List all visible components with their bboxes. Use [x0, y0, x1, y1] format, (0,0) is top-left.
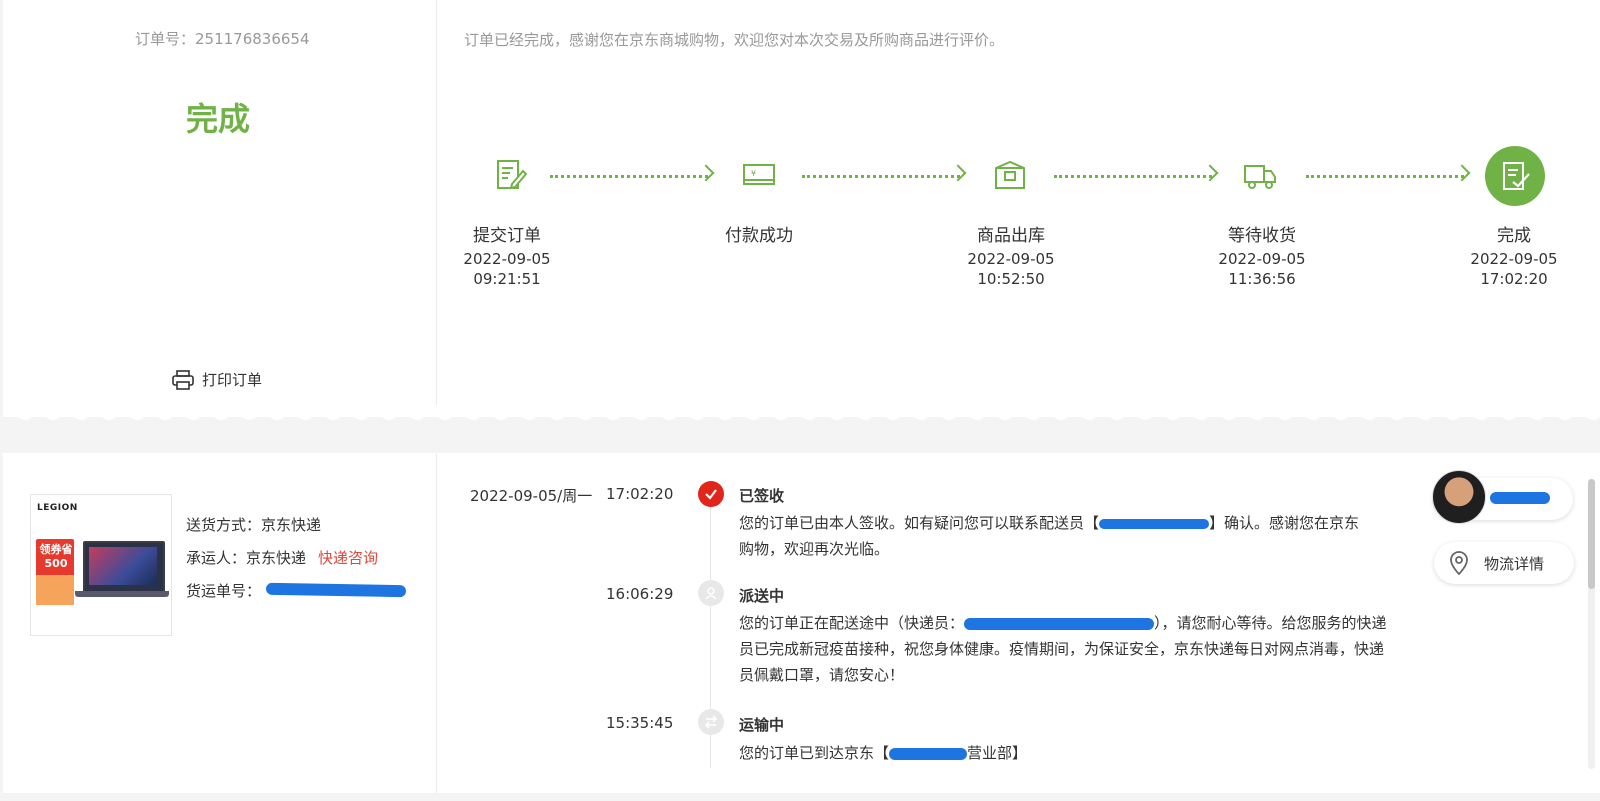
- svg-text:¥: ¥: [751, 169, 756, 178]
- progress-connector-3: [1054, 175, 1212, 180]
- log-time: 15:35:45: [606, 714, 674, 732]
- step-label: 商品出库: [977, 226, 1045, 246]
- print-order-button[interactable]: 打印订单: [172, 369, 262, 390]
- log-text: 员佩戴口罩，请您安心！: [739, 666, 905, 684]
- redacted-courier: [964, 617, 1155, 630]
- order-status-panel: [3, 0, 1600, 417]
- step-label: 完成: [1497, 226, 1531, 246]
- log-time: 16:06:29: [606, 585, 674, 603]
- payment-card-icon: ¥: [743, 164, 775, 185]
- order-number: 订单号：251176836654: [135, 30, 310, 48]
- shipping-method: 送货方式：京东快递: [186, 516, 322, 534]
- log-text: 购物，欢迎再次光临。: [739, 540, 890, 558]
- log-time: 17:02:20: [606, 485, 674, 503]
- complete-icon: [1503, 162, 1530, 190]
- printer-icon: [172, 369, 194, 390]
- tracking-number-label: 货运单号：: [186, 582, 262, 600]
- logistics-detail-label: 物流详情: [1484, 554, 1545, 573]
- log-body: 您的订单已到达京东【 营业部】: [739, 740, 1429, 766]
- log-title: 已签收: [739, 487, 785, 505]
- redacted-courier-name: [1490, 492, 1550, 504]
- laptop-screen: [89, 547, 157, 585]
- step-label: 付款成功: [725, 226, 793, 246]
- redacted-tracking-number: [265, 582, 407, 598]
- step-date: 2022-09-05: [967, 250, 1055, 268]
- log-text: 员已完成新冠疫苗接种，祝您身体健康。疫情期间，为保证安全，京东快递每日对网点消毒…: [739, 640, 1385, 658]
- step-date: 2022-09-05: [1470, 250, 1558, 268]
- bottom-column-divider: [436, 453, 437, 793]
- step-payment-icon: ¥: [729, 145, 789, 205]
- logistics-detail-button[interactable]: 物流详情: [1434, 542, 1574, 584]
- step-complete-icon: [1485, 146, 1545, 206]
- step-time: 09:21:51: [473, 270, 541, 288]
- step-time: 17:02:20: [1480, 270, 1548, 288]
- panel-divider-wave: [3, 413, 1600, 420]
- log-text: 您的订单已由本人签收。如有疑问您可以联系配送员【: [739, 514, 1100, 532]
- truck-icon: [1244, 165, 1276, 189]
- step-delivery-icon: [1230, 145, 1290, 205]
- carrier-info: 承运人：京东快递 快递咨询: [186, 547, 378, 568]
- log-text: 您的订单正在配送途中（快递员：: [739, 614, 965, 632]
- step-date: 2022-09-05: [1218, 250, 1306, 268]
- product-brand: LEGION: [37, 503, 78, 513]
- order-status-text: 完成: [186, 100, 251, 138]
- step-label: 等待收货: [1228, 226, 1296, 246]
- package-icon: [995, 160, 1025, 189]
- log-text: ），请您耐心等待。给您服务的快递: [1154, 614, 1387, 632]
- step-submit-icon: [480, 145, 540, 205]
- step-date: 2022-09-05: [463, 250, 551, 268]
- step-label: 提交订单: [473, 226, 541, 246]
- order-notice: 订单已经完成，感谢您在京东商城购物，欢迎您对本次交易及所购商品进行评价。: [464, 31, 1005, 49]
- carrier-label: 承运人：京东快递: [186, 549, 307, 567]
- laptop-base: [75, 591, 169, 597]
- progress-connector-4: [1306, 175, 1464, 180]
- step-outbound-icon: [980, 145, 1040, 205]
- log-text: 】确认。感谢您在京东: [1209, 514, 1360, 532]
- step-time: 11:36:56: [1228, 270, 1296, 288]
- coupon-text: 领券省500: [39, 543, 73, 570]
- log-text: 营业部】: [967, 744, 1028, 762]
- transit-icon: [698, 709, 724, 735]
- location-pin-icon: [1450, 551, 1468, 576]
- product-thumbnail[interactable]: LEGION 领券省500: [30, 494, 172, 636]
- courier-consult-link[interactable]: 快递咨询: [318, 549, 378, 567]
- progress-connector-2: [802, 175, 960, 180]
- log-text: 您的订单已到达京东【: [739, 744, 890, 762]
- coupon-badge-lower: [36, 575, 74, 605]
- print-order-label: 打印订单: [202, 371, 263, 389]
- progress-connector-1: [550, 175, 708, 180]
- redacted-location: [889, 747, 968, 760]
- step-time: 10:52:50: [977, 270, 1045, 288]
- log-body: 您的订单正在配送途中（快递员： ），请您耐心等待。给您服务的快递 员已完成新冠疫苗…: [739, 610, 1429, 688]
- log-title: 运输中: [739, 716, 785, 734]
- redacted-courier: [1099, 518, 1210, 529]
- delivering-icon: [698, 580, 724, 606]
- log-body: 您的订单已由本人签收。如有疑问您可以联系配送员【 】确认。感谢您在京东 购物，欢迎…: [739, 510, 1429, 562]
- edit-doc-icon: [497, 160, 527, 190]
- scrollbar-thumb[interactable]: [1588, 479, 1595, 589]
- log-title: 派送中: [739, 587, 785, 605]
- courier-avatar: [1432, 470, 1486, 524]
- signed-check-icon: [698, 481, 724, 507]
- top-column-divider: [436, 0, 437, 405]
- log-date: 2022-09-05/周一: [470, 487, 593, 505]
